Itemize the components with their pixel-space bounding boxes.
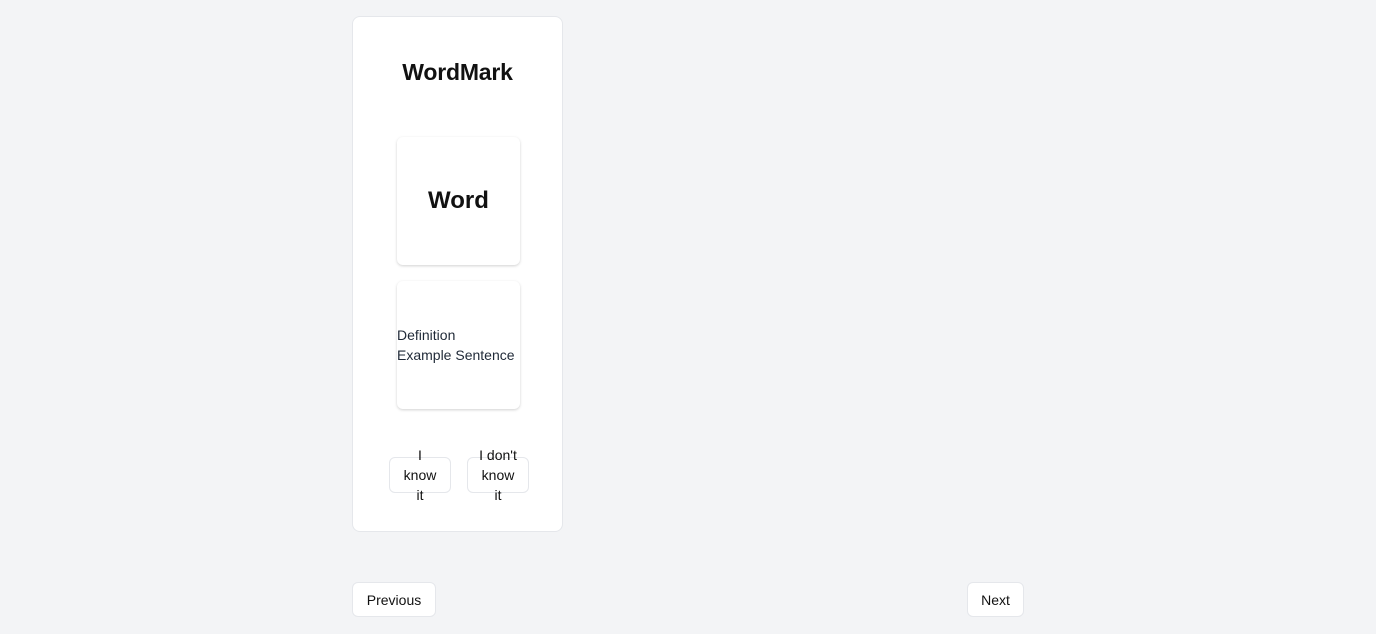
definition-text: Definition [397, 327, 456, 343]
i-know-it-label: I know it [403, 447, 437, 503]
i-dont-know-it-label: I don't know it [479, 447, 517, 503]
flashcard-panel: WordMark Word Definition Example Sentenc… [352, 16, 563, 532]
page: WordMark Word Definition Example Sentenc… [0, 0, 1376, 634]
definition-card: Definition Example Sentence [397, 281, 520, 409]
i-dont-know-it-button[interactable]: I don't know it [467, 447, 529, 503]
previous-button[interactable]: Previous [352, 582, 436, 617]
word-text: Word [428, 187, 489, 214]
next-button[interactable]: Next [967, 582, 1024, 617]
example-sentence-text: Example Sentence [397, 347, 515, 363]
app-title: WordMark [402, 59, 513, 85]
i-know-it-button[interactable]: I know it [389, 447, 451, 503]
word-card: Word [397, 137, 520, 265]
